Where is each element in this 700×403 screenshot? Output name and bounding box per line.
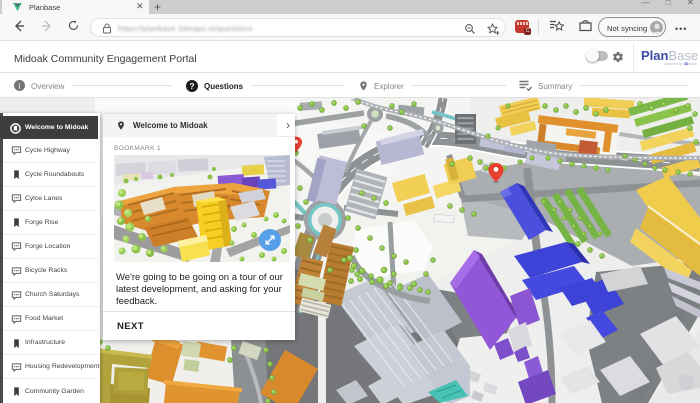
svg-text:?: ? (189, 81, 194, 91)
